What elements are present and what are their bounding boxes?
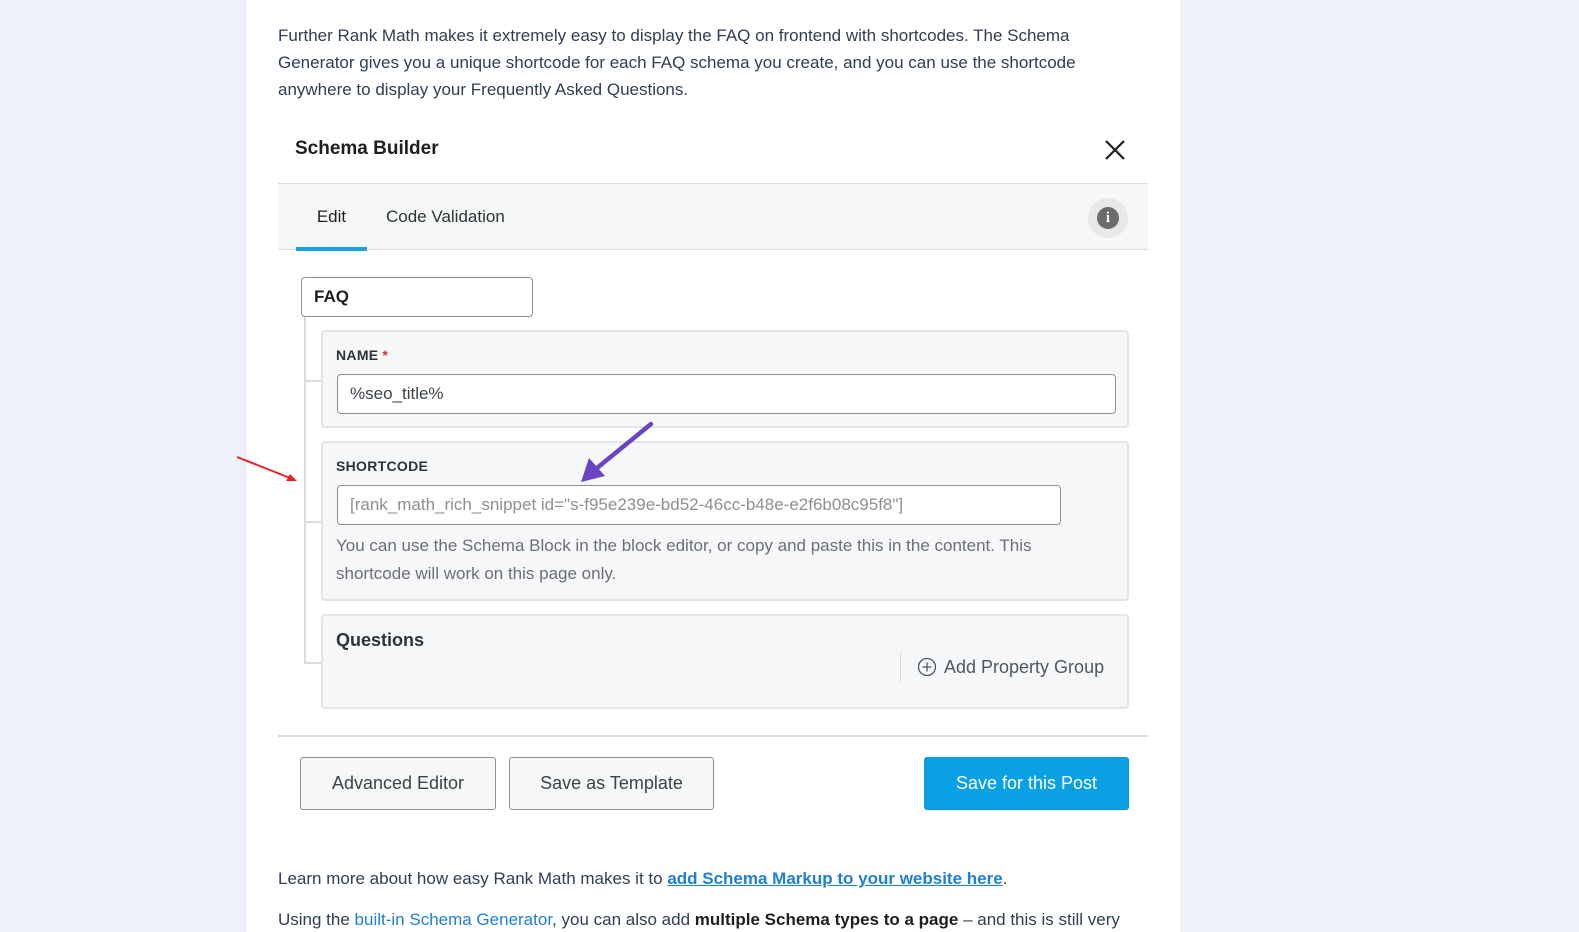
name-property-card: NAME * %seo_title% xyxy=(321,330,1129,428)
shortcode-label: SHORTCODE xyxy=(336,458,429,474)
tab-bar: Edit Code Validation i xyxy=(278,184,1148,251)
close-icon[interactable] xyxy=(1100,135,1130,165)
schema-type-field[interactable]: FAQ xyxy=(301,277,533,317)
tree-branch xyxy=(304,662,322,664)
tab-code-validation[interactable]: Code Validation xyxy=(386,184,505,250)
questions-card: Questions Add Property Group xyxy=(321,614,1129,709)
tree-branch xyxy=(304,380,322,382)
schema-generator-link[interactable]: built-in Schema Generator xyxy=(355,910,553,929)
add-property-group-label: Add Property Group xyxy=(944,656,1105,677)
modal-title: Schema Builder xyxy=(295,138,439,159)
outro-end-text: . xyxy=(1002,869,1008,888)
tree-branch xyxy=(304,521,322,523)
footer-divider xyxy=(278,735,1148,737)
outro2-bold-text: multiple Schema types to a page xyxy=(694,910,959,929)
advanced-editor-button[interactable]: Advanced Editor xyxy=(300,757,496,810)
add-property-group-button[interactable]: Add Property Group xyxy=(900,652,1104,682)
name-label-text: NAME xyxy=(336,347,379,363)
save-as-template-button[interactable]: Save as Template xyxy=(509,757,714,810)
shortcode-input[interactable]: [rank_math_rich_snippet id="s-f95e239e-b… xyxy=(337,485,1061,525)
shortcode-help-text: You can use the Schema Block in the bloc… xyxy=(336,536,1032,583)
outro2-text-2: , you can also add xyxy=(552,910,695,929)
purple-annotation-arrow-icon xyxy=(581,421,654,482)
outro-paragraph: Learn more about how easy Rank Math make… xyxy=(278,865,1158,892)
shortcode-card: SHORTCODE [rank_math_rich_snippet id="s-… xyxy=(321,441,1129,601)
outro2-text-3: – and this is still very xyxy=(958,910,1120,929)
intro-paragraph: Further Rank Math makes it extremely eas… xyxy=(278,26,1076,99)
info-button[interactable]: i xyxy=(1088,198,1128,238)
plus-circle-icon xyxy=(917,657,937,677)
name-label: NAME * xyxy=(336,347,388,363)
outro-lead-text: Learn more about how easy Rank Math make… xyxy=(278,869,668,888)
questions-title: Questions xyxy=(336,630,425,650)
outro2-text-1: Using the xyxy=(278,910,355,929)
required-asterisk: * xyxy=(382,347,389,363)
outro-paragraph-2: Using the built-in Schema Generator, you… xyxy=(278,906,1158,932)
info-icon: i xyxy=(1097,207,1119,229)
red-annotation-arrow-icon xyxy=(236,456,297,481)
name-input[interactable]: %seo_title% xyxy=(337,374,1116,414)
tree-connector xyxy=(304,316,306,664)
schema-markup-link[interactable]: add Schema Markup to your website here xyxy=(667,869,1002,888)
save-for-post-button[interactable]: Save for this Post xyxy=(924,757,1129,810)
tab-edit[interactable]: Edit xyxy=(296,184,367,251)
